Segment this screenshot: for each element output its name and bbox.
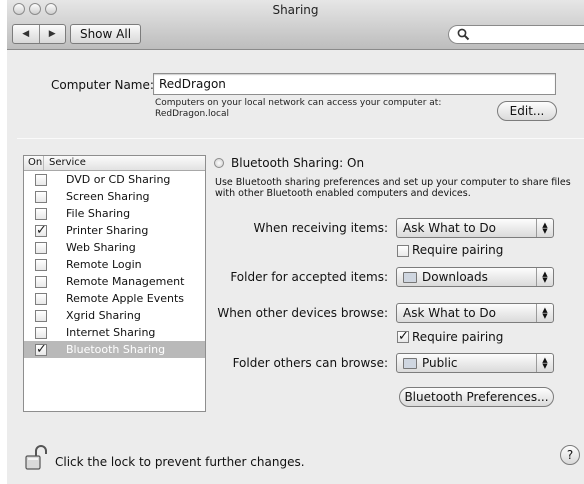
service-checkbox[interactable] [35,241,47,254]
browse-value: Ask What to Do [403,306,497,320]
service-checkbox[interactable] [35,275,47,288]
browse-folder-value: Public [422,356,458,370]
title-bar: Sharing ◀ ▶ Show All [7,0,584,50]
require-pairing-label-2[interactable]: Require pairing [412,330,503,344]
require-pairing-checkbox-1[interactable] [397,245,409,257]
browse-folder-label: Folder others can browse: [232,356,388,370]
service-checkbox[interactable] [35,326,47,339]
browse-folder-popup[interactable]: Public ▲ ▼ [396,353,554,373]
lock-text: Click the lock to prevent further change… [55,455,305,469]
service-name: Printer Sharing [66,224,149,237]
service-name: File Sharing [66,207,131,220]
service-row[interactable]: Remote Apple Events [24,290,205,307]
service-row[interactable]: File Sharing [24,205,205,222]
popup-arrows-icon: ▲ ▼ [536,304,553,322]
show-all-button[interactable]: Show All [70,24,141,44]
service-row[interactable]: Web Sharing [24,239,205,256]
service-name: Remote Login [66,258,142,271]
service-row[interactable]: Internet Sharing [24,324,205,341]
search-input[interactable] [448,25,584,44]
network-access-text: Computers on your local network can acce… [155,98,442,108]
receiving-items-popup[interactable]: Ask What to Do ▲ ▼ [396,218,554,238]
service-checkbox[interactable]: ✓ [35,343,47,356]
service-description-line-1: Use Bluetooth sharing preferences and se… [215,177,571,188]
lock-icon[interactable] [25,445,47,471]
services-list-header: On Service [24,156,205,171]
divider [17,138,584,139]
sharing-window: Sharing ◀ ▶ Show All Computer Name: RedD… [7,0,584,484]
require-pairing-label-1[interactable]: Require pairing [412,243,503,257]
computer-name-label: Computer Name: [51,78,154,92]
service-name: Web Sharing [66,241,136,254]
service-description-line-2: with other Bluetooth enabled computers a… [215,188,471,199]
popup-arrows-icon: ▲ ▼ [536,354,553,372]
accepted-folder-popup[interactable]: Downloads ▲ ▼ [396,267,554,287]
service-name: Screen Sharing [66,190,150,203]
service-name: Remote Management [66,275,185,288]
service-checkbox[interactable] [35,292,47,305]
service-checkbox[interactable]: ✓ [35,224,47,237]
service-column-header[interactable]: Service [44,156,86,170]
popup-arrows-icon: ▲ ▼ [536,219,553,237]
search-icon [457,28,470,41]
downloads-folder-icon [403,271,417,283]
status-indicator-icon [214,158,224,168]
window-title: Sharing [272,3,319,17]
back-arrow-icon[interactable]: ◀ [13,25,39,43]
browse-popup[interactable]: Ask What to Do ▲ ▼ [396,303,554,323]
service-checkbox[interactable] [35,190,47,203]
public-folder-icon [403,357,417,369]
service-row[interactable]: Screen Sharing [24,188,205,205]
service-description: Use Bluetooth sharing preferences and se… [215,177,584,199]
bluetooth-preferences-button[interactable]: Bluetooth Preferences... [399,387,554,407]
service-checkbox[interactable] [35,309,47,322]
computer-name-description: Computers on your local network can acce… [155,98,475,120]
edit-button[interactable]: Edit... [497,101,557,121]
service-name: DVD or CD Sharing [66,173,171,186]
forward-arrow-icon[interactable]: ▶ [38,25,66,43]
service-name: Internet Sharing [66,326,156,339]
back-forward-control: ◀ ▶ [12,24,66,44]
service-row[interactable]: DVD or CD Sharing [24,171,205,188]
service-checkbox[interactable] [35,173,47,186]
service-name: Xgrid Sharing [66,309,141,322]
accepted-folder-label: Folder for accepted items: [230,270,388,284]
popup-arrows-icon: ▲ ▼ [536,268,553,286]
receiving-items-value: Ask What to Do [403,221,497,235]
service-name: Remote Apple Events [66,292,184,305]
computer-name-field[interactable]: RedDragon [153,73,556,95]
browse-label: When other devices browse: [217,306,388,320]
service-name: Bluetooth Sharing [66,343,166,356]
local-hostname: RedDragon.local [155,109,229,119]
help-button[interactable]: ? [560,445,580,465]
service-checkbox[interactable] [35,207,47,220]
receiving-items-label: When receiving items: [253,221,388,235]
require-pairing-checkbox-2[interactable]: ✓ [397,330,409,343]
service-checkbox[interactable] [35,258,47,271]
on-column-header[interactable]: On [24,156,44,170]
service-status: Bluetooth Sharing: On [231,156,365,170]
accepted-folder-value: Downloads [422,270,488,284]
